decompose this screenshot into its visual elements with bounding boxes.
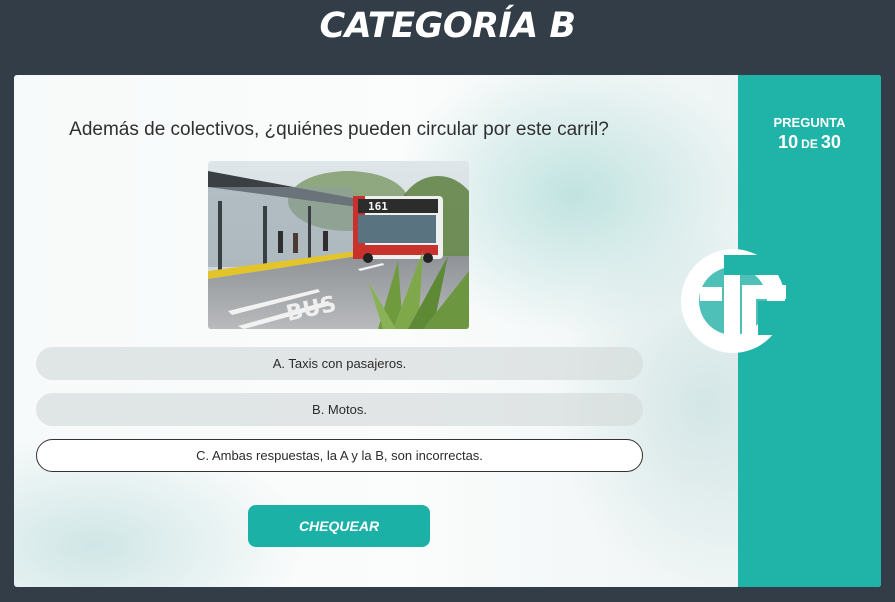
question-image: BUS 161: [208, 161, 469, 329]
bus-route-number: 161: [368, 200, 388, 213]
check-button[interactable]: CHEQUEAR: [248, 505, 430, 547]
bus-lane-photo: BUS 161: [208, 161, 469, 329]
question-current: 10: [778, 132, 799, 152]
question-total: 30: [820, 132, 841, 152]
brand-logo-icon: [681, 249, 786, 353]
answer-option-b[interactable]: B. Motos.: [36, 393, 643, 426]
question-counter: 10 DE 30: [738, 131, 881, 155]
quiz-card: Además de colectivos, ¿quiénes pueden ci…: [14, 75, 881, 587]
question-counter-label: PREGUNTA: [773, 115, 846, 130]
question-text: Además de colectivos, ¿quiénes pueden ci…: [69, 119, 609, 140]
page-title: CATEGORÍA B: [319, 6, 576, 46]
answer-option-c[interactable]: C. Ambas respuestas, la A y la B, son in…: [36, 439, 643, 472]
question-counter-separator: DE: [801, 137, 818, 151]
answer-option-a[interactable]: A. Taxis con pasajeros.: [36, 347, 643, 380]
